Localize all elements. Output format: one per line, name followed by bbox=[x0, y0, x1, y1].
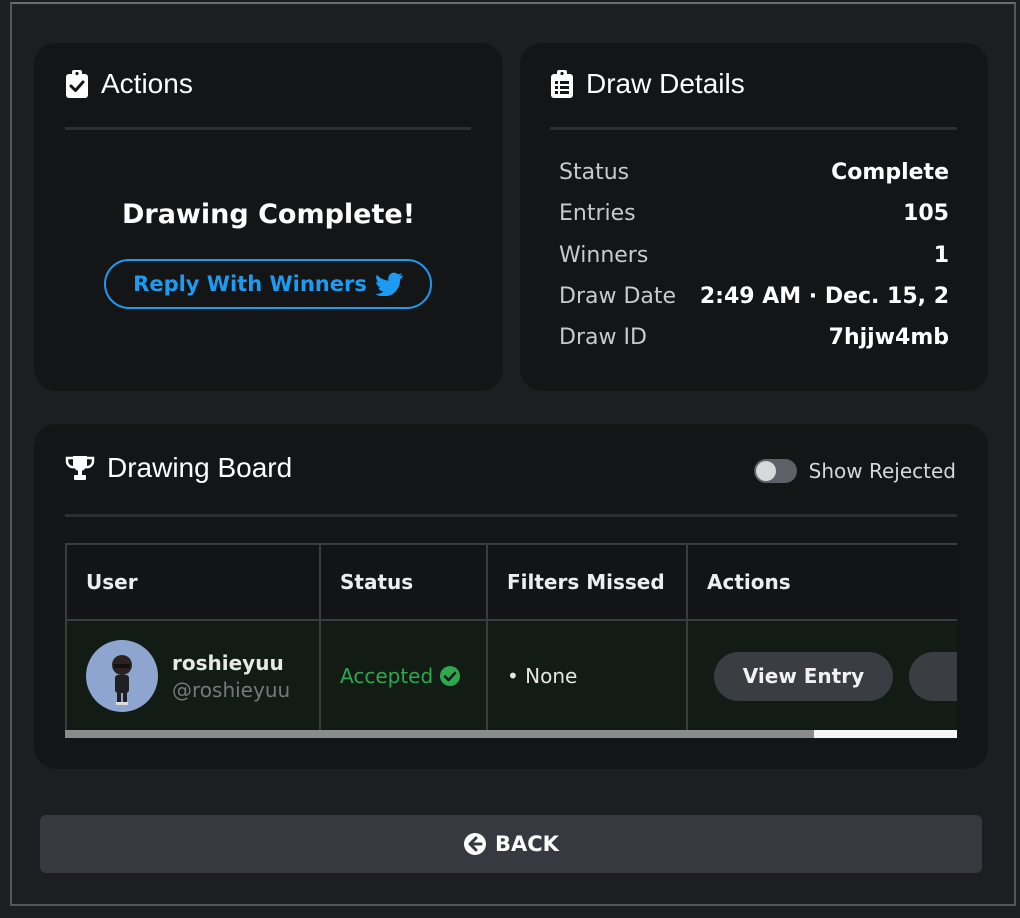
entries-table-container[interactable]: User Status Filters Missed Actions roshi… bbox=[65, 543, 957, 738]
back-button-label: BACK bbox=[495, 832, 559, 856]
user-cell: roshieyuu @roshieyuu bbox=[65, 619, 321, 733]
detail-label: Status bbox=[559, 160, 630, 185]
divider bbox=[65, 127, 471, 130]
detail-value: 105 bbox=[903, 201, 949, 226]
table-row: roshieyuu @roshieyuu Accepted • None Vie… bbox=[65, 619, 957, 733]
back-button[interactable]: BACK bbox=[40, 815, 982, 873]
actions-title-text: Actions bbox=[101, 68, 193, 99]
status-text: Accepted bbox=[340, 664, 434, 688]
detail-label: Draw Date bbox=[559, 284, 677, 309]
trophy-icon bbox=[65, 456, 95, 480]
check-circle-icon bbox=[440, 666, 461, 686]
toggle-switch[interactable] bbox=[753, 459, 797, 483]
column-header-filters: Filters Missed bbox=[486, 543, 688, 621]
detail-label: Draw ID bbox=[559, 325, 647, 350]
board-title-text: Drawing Board bbox=[107, 452, 293, 483]
status-cell: Accepted bbox=[319, 619, 488, 733]
divider bbox=[65, 514, 957, 517]
status-badge: Accepted bbox=[340, 664, 486, 688]
show-rejected-toggle[interactable]: Show Rejected bbox=[753, 459, 956, 483]
twitter-bird-icon bbox=[374, 272, 403, 296]
detail-label: Winners bbox=[559, 243, 649, 268]
horizontal-scrollbar[interactable] bbox=[65, 730, 957, 738]
detail-row-draw-id: Draw ID 7hjjw4mb bbox=[559, 325, 949, 350]
entries-table: User Status Filters Missed Actions roshi… bbox=[65, 543, 957, 733]
actions-cell: View Entry bbox=[686, 619, 957, 733]
reply-with-winners-button[interactable]: Reply With Winners bbox=[104, 259, 432, 309]
reply-button-label: Reply With Winners bbox=[133, 272, 367, 296]
user-handle: @roshieyuu bbox=[172, 677, 291, 702]
filters-cell: • None bbox=[486, 619, 688, 733]
details-title-text: Draw Details bbox=[586, 68, 745, 99]
column-header-user: User bbox=[65, 543, 321, 621]
column-header-status: Status bbox=[319, 543, 488, 621]
user-name: roshieyuu bbox=[172, 650, 284, 675]
clipboard-check-icon bbox=[66, 70, 88, 98]
draw-details-card: Draw Details Status Complete Entries 105… bbox=[520, 43, 988, 391]
detail-row-entries: Entries 105 bbox=[559, 201, 949, 226]
column-header-actions: Actions bbox=[686, 543, 957, 621]
avatar[interactable] bbox=[86, 640, 158, 712]
actions-title: Actions bbox=[65, 68, 193, 100]
avatar-image bbox=[112, 655, 132, 705]
details-title: Draw Details bbox=[550, 68, 745, 100]
arrow-left-circle-icon bbox=[464, 833, 487, 855]
drawing-board-card: Drawing Board Show Rejected User Status … bbox=[34, 424, 988, 769]
actions-card: Actions Drawing Complete! Reply With Win… bbox=[34, 43, 503, 391]
table-header-row: User Status Filters Missed Actions bbox=[65, 543, 957, 621]
toggle-label: Show Rejected bbox=[808, 459, 956, 483]
drawing-complete-message: Drawing Complete! bbox=[121, 199, 416, 230]
detail-value: 7hjjw4mb bbox=[828, 325, 949, 350]
detail-row-status: Status Complete bbox=[559, 160, 949, 185]
detail-value: Complete bbox=[831, 160, 949, 185]
detail-label: Entries bbox=[559, 201, 636, 226]
divider bbox=[550, 127, 957, 130]
detail-value: 1 bbox=[933, 243, 949, 268]
clipboard-list-icon bbox=[551, 70, 573, 98]
detail-value: 2:49 AM · Dec. 15, 2 bbox=[699, 284, 949, 309]
detail-row-winners: Winners 1 bbox=[559, 243, 949, 268]
view-entry-button[interactable]: View Entry bbox=[714, 651, 893, 701]
secondary-action-button[interactable] bbox=[908, 651, 957, 701]
scrollbar-thumb[interactable] bbox=[65, 730, 815, 738]
detail-row-draw-date: Draw Date 2:49 AM · Dec. 15, 2 bbox=[559, 284, 949, 309]
board-title: Drawing Board bbox=[65, 452, 292, 484]
toggle-knob bbox=[755, 461, 776, 481]
filters-missed-value: • None bbox=[507, 664, 578, 688]
